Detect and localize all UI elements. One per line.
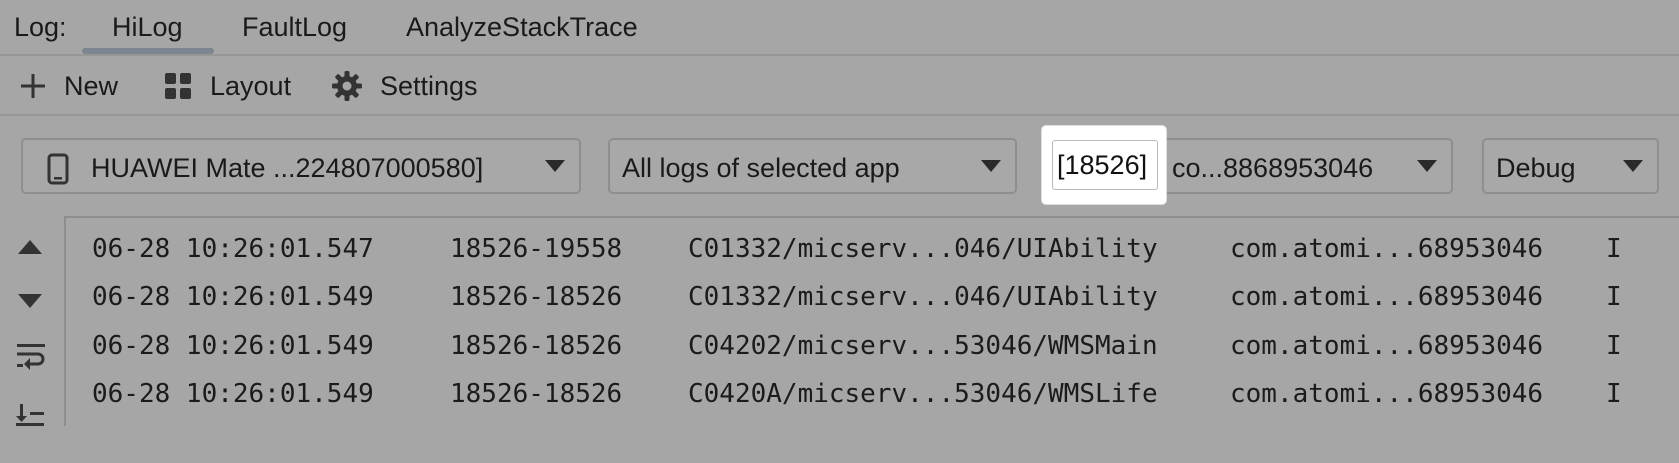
chevron-down-icon	[1623, 160, 1643, 172]
log-time: 06-28 10:26:01.549	[92, 331, 374, 361]
log-pid: 18526-18526	[450, 282, 623, 312]
soft-wrap-icon[interactable]	[16, 340, 46, 370]
log-pid: 18526-18526	[450, 331, 623, 361]
log-time: 06-28 10:26:01.547	[92, 234, 374, 264]
log-output[interactable]: 06-28 10:26:01.547 18526-19558 C01332/mi…	[64, 216, 1679, 426]
layout-button-label: Layout	[210, 70, 292, 101]
log-level: I	[1606, 379, 1622, 409]
log-time: 06-28 10:26:01.549	[92, 282, 374, 312]
log-row[interactable]: 06-28 10:26:01.549 18526-18526 C01332/mi…	[66, 274, 1679, 318]
triangle-up-icon[interactable]	[16, 238, 44, 256]
log-level-value: Debug	[1496, 153, 1576, 183]
log-label: Log:	[14, 12, 67, 42]
new-button[interactable]: New	[20, 66, 118, 106]
tab-faultlog[interactable]: FaultLog	[242, 12, 347, 43]
grid-icon	[165, 73, 191, 99]
log-tag: C01332/micserv...046/UIAbility	[688, 282, 1158, 312]
chevron-down-icon	[1417, 160, 1437, 172]
log-pid: 18526-18526	[450, 379, 623, 409]
log-level: I	[1606, 282, 1622, 312]
log-tag: C04202/micserv...53046/WMSMain	[688, 331, 1158, 361]
plus-icon	[21, 74, 45, 98]
device-selector-value: HUAWEI Mate ...224807000580]	[91, 153, 484, 183]
log-level: I	[1606, 331, 1622, 361]
settings-button[interactable]: Settings	[332, 66, 478, 106]
scroll-to-end-icon[interactable]	[16, 402, 46, 426]
chevron-down-icon	[981, 160, 1001, 172]
log-package: com.atomi...68953046	[1230, 234, 1544, 264]
device-selector[interactable]: HUAWEI Mate ...224807000580]	[21, 138, 581, 194]
log-pid: 18526-19558	[450, 234, 623, 264]
active-tab-indicator	[82, 48, 214, 54]
log-package: com.atomi...68953046	[1230, 282, 1544, 312]
log-toolbar: New Layout Settings	[0, 56, 1679, 116]
log-tab-bar: Log: HiLog FaultLog AnalyzeStackTrace	[0, 0, 1679, 56]
process-selector-value: co...8868953046	[1172, 153, 1374, 183]
log-row[interactable]: 06-28 10:26:01.547 18526-19558 C01332/mi…	[66, 226, 1679, 270]
new-button-label: New	[64, 70, 119, 101]
gear-icon	[332, 71, 362, 101]
log-time: 06-28 10:26:01.549	[92, 379, 374, 409]
triangle-down-icon[interactable]	[16, 292, 44, 310]
tab-hilog[interactable]: HiLog	[112, 12, 183, 43]
log-scope-value: All logs of selected app	[622, 153, 900, 183]
log-package: com.atomi...68953046	[1230, 379, 1544, 409]
process-id-highlight[interactable]: [18526]	[1042, 126, 1166, 204]
settings-button-label: Settings	[380, 70, 478, 101]
log-level: I	[1606, 234, 1622, 264]
chevron-down-icon	[545, 160, 565, 172]
log-scope-selector[interactable]: All logs of selected app	[608, 138, 1017, 194]
phone-icon	[47, 153, 69, 185]
log-tag: C0420A/micserv...53046/WMSLife	[688, 379, 1158, 409]
log-side-toolbar	[0, 216, 64, 426]
log-package: com.atomi...68953046	[1230, 331, 1544, 361]
log-tag: C01332/micserv...046/UIAbility	[688, 234, 1158, 264]
layout-button[interactable]: Layout	[164, 66, 291, 106]
log-level-selector[interactable]: Debug	[1482, 138, 1659, 194]
log-row[interactable]: 06-28 10:26:01.549 18526-18526 C04202/mi…	[66, 323, 1679, 367]
tab-analyzestacktrace[interactable]: AnalyzeStackTrace	[406, 12, 638, 43]
log-row[interactable]: 06-28 10:26:01.549 18526-18526 C0420A/mi…	[66, 371, 1679, 415]
bottom-strip	[0, 426, 1679, 463]
process-id-text: [18526]	[1052, 140, 1158, 190]
